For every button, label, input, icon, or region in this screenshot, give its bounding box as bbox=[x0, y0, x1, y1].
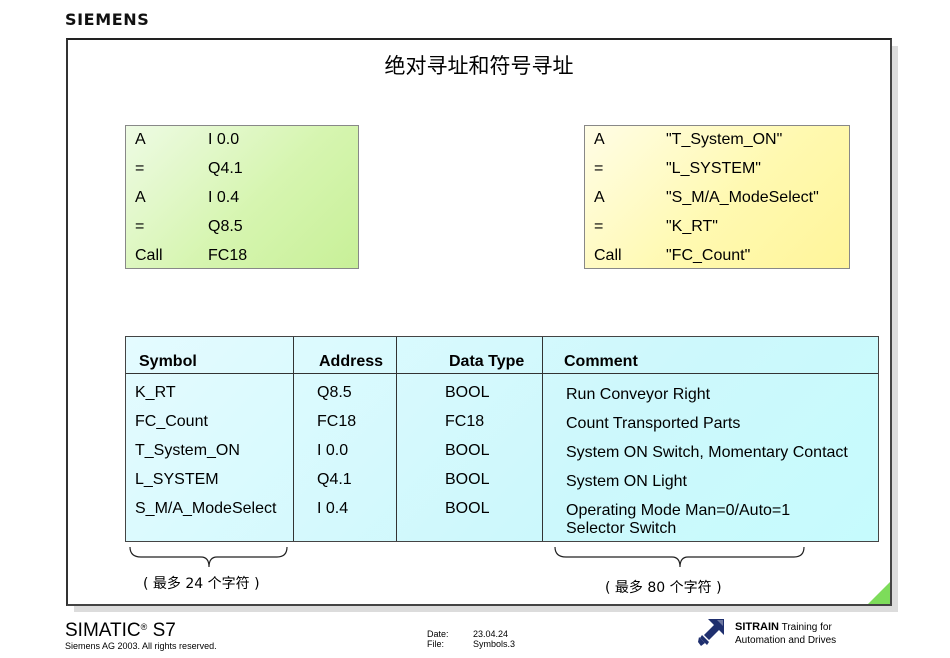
code-op: A bbox=[594, 189, 605, 206]
code-arg: "S_M/A_ModeSelect" bbox=[666, 189, 819, 206]
cell-comment-line2: Selector Switch bbox=[566, 520, 677, 537]
comment-length-note: ( 最多 80 个字符 ) bbox=[605, 580, 722, 596]
file-label: File: bbox=[427, 639, 445, 649]
cell-symbol: L_SYSTEM bbox=[135, 471, 219, 488]
code-op: Call bbox=[594, 247, 622, 264]
symbolic-addressing-box: A "T_System_ON" = "L_SYSTEM" A "S_M/A_Mo… bbox=[584, 125, 850, 269]
corner-accent bbox=[868, 582, 890, 604]
code-op: = bbox=[135, 218, 145, 235]
code-arg: Q4.1 bbox=[208, 160, 243, 177]
header-divider bbox=[126, 373, 878, 374]
cell-data-type: FC18 bbox=[445, 413, 485, 430]
code-arg: "K_RT" bbox=[666, 218, 718, 235]
code-arg: Q8.5 bbox=[208, 218, 243, 235]
header-comment: Comment bbox=[564, 353, 638, 370]
cell-address: I 0.0 bbox=[317, 442, 349, 459]
code-arg: I 0.0 bbox=[208, 131, 240, 148]
cell-symbol: T_System_ON bbox=[135, 442, 240, 459]
cell-address: I 0.4 bbox=[317, 500, 349, 517]
sitrain-brand: SITRAIN Training for Automation and Driv… bbox=[735, 621, 836, 647]
date-value: 23.04.24 bbox=[473, 629, 509, 639]
header-address: Address bbox=[319, 353, 384, 370]
product-suffix: S7 bbox=[147, 620, 176, 641]
code-op: A bbox=[135, 131, 146, 148]
cell-comment: System ON Light bbox=[566, 473, 687, 490]
siemens-logo: SIEMENS bbox=[65, 10, 150, 29]
sitrain-tagline-1: Training for bbox=[779, 622, 832, 633]
registered-mark: ® bbox=[140, 622, 148, 632]
sitrain-name: SITRAIN bbox=[735, 621, 779, 633]
code-arg: "L_SYSTEM" bbox=[666, 160, 761, 177]
slide-frame: 绝对寻址和符号寻址 A I 0.0 = Q4.1 A I 0.4 = Q8.5 … bbox=[66, 38, 892, 606]
symbol-width-brace bbox=[129, 546, 288, 568]
product-name: SIMATIC® S7 bbox=[65, 620, 176, 642]
cell-data-type: BOOL bbox=[445, 384, 490, 401]
cell-data-type: BOOL bbox=[445, 471, 490, 488]
cell-symbol: FC_Count bbox=[135, 413, 208, 430]
code-op: = bbox=[594, 160, 604, 177]
cell-data-type: BOOL bbox=[445, 442, 490, 459]
column-divider bbox=[293, 337, 294, 541]
code-op: = bbox=[135, 160, 145, 177]
code-arg: "FC_Count" bbox=[666, 247, 751, 264]
cell-comment: Count Transported Parts bbox=[566, 415, 741, 432]
sitrain-tagline-2: Automation and Drives bbox=[735, 635, 837, 646]
column-divider bbox=[542, 337, 543, 541]
code-arg: "T_System_ON" bbox=[666, 131, 783, 148]
code-op: A bbox=[594, 131, 605, 148]
cell-data-type: BOOL bbox=[445, 500, 490, 517]
date-label: Date: bbox=[427, 629, 449, 639]
comment-width-brace bbox=[554, 546, 805, 568]
cell-comment: Run Conveyor Right bbox=[566, 386, 711, 403]
code-op: A bbox=[135, 189, 146, 206]
code-arg: FC18 bbox=[208, 247, 248, 264]
symbol-table: Symbol Address Data Type Comment K_RT Q8… bbox=[125, 336, 879, 542]
cell-symbol: K_RT bbox=[135, 384, 176, 401]
code-op: Call bbox=[135, 247, 163, 264]
absolute-addressing-box: A I 0.0 = Q4.1 A I 0.4 = Q8.5 Call FC18 bbox=[125, 125, 359, 269]
sitrain-logo-icon bbox=[698, 619, 724, 646]
cell-address: FC18 bbox=[317, 413, 357, 430]
product-label: SIMATIC bbox=[65, 620, 141, 641]
cell-address: Q4.1 bbox=[317, 471, 352, 488]
file-value: Symbols.3 bbox=[473, 639, 516, 649]
header-symbol: Symbol bbox=[139, 353, 197, 370]
copyright: Siemens AG 2003. All rights reserved. bbox=[65, 641, 217, 651]
code-op: = bbox=[594, 218, 604, 235]
cell-symbol: S_M/A_ModeSelect bbox=[135, 500, 277, 517]
cell-comment: Operating Mode Man=0/Auto=1 bbox=[566, 502, 791, 519]
column-divider bbox=[396, 337, 397, 541]
header-data-type: Data Type bbox=[449, 353, 525, 370]
slide-title: 绝对寻址和符号寻址 bbox=[384, 54, 574, 78]
code-arg: I 0.4 bbox=[208, 189, 240, 206]
cell-comment: System ON Switch, Momentary Contact bbox=[566, 444, 848, 461]
symbol-length-note: ( 最多 24 个字符 ) bbox=[143, 576, 260, 592]
cell-address: Q8.5 bbox=[317, 384, 352, 401]
